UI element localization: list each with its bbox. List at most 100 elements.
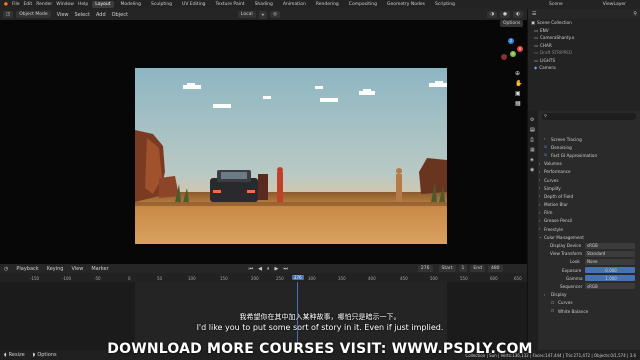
- shading-solid-icon[interactable]: ●: [500, 11, 511, 18]
- transform-orientation[interactable]: Local: [237, 11, 256, 18]
- outliner-item-env[interactable]: ▭ ENV: [528, 27, 640, 35]
- filter-icon[interactable]: ⚲: [633, 11, 637, 17]
- subsection-display[interactable]: › Display: [528, 291, 640, 299]
- menu-add[interactable]: Add: [96, 12, 106, 18]
- outliner-item-camerashardy[interactable]: ▭ CameraShardy.o: [528, 34, 640, 42]
- shading-rendered-icon[interactable]: ◐: [513, 11, 523, 18]
- view-transform-row: View Transform Standard: [528, 250, 640, 258]
- outliner-item-camera[interactable]: ◆ Camera: [528, 64, 640, 72]
- view-transform-select[interactable]: Standard: [585, 250, 635, 257]
- menu-help[interactable]: Help: [78, 2, 88, 7]
- axis-z-icon[interactable]: Z: [508, 38, 514, 44]
- menu-view[interactable]: View: [57, 12, 69, 18]
- menu-playback[interactable]: Playback: [16, 266, 38, 272]
- section-motion-blur[interactable]: › Motion Blur: [528, 201, 640, 209]
- outliner-item-draft-stripped[interactable]: ▭ Draft STRIPPED: [528, 49, 640, 57]
- section-color-management[interactable]: ⌄ Color Management: [528, 233, 640, 241]
- 3d-viewport[interactable]: Options Z X Y ⊕ ✋ ▣ ▦: [0, 20, 527, 264]
- tab-geometry-nodes[interactable]: Geometry Nodes: [384, 1, 428, 8]
- view-layer-selector[interactable]: ViewLayer: [603, 2, 626, 7]
- section-film[interactable]: › Film: [528, 209, 640, 217]
- look-select[interactable]: None: [585, 258, 635, 265]
- tab-rendering[interactable]: Rendering: [313, 1, 342, 8]
- mode-selector[interactable]: Object Mode: [16, 11, 51, 18]
- frame-ruler[interactable]: -150 -100 -50 0 50 100 150 200 250 276 3…: [0, 273, 527, 282]
- menu-file[interactable]: File: [12, 2, 20, 7]
- exposure-field[interactable]: 0.000: [585, 267, 635, 274]
- checkbox-icon[interactable]: ☐: [551, 301, 554, 305]
- section-screen-tracing[interactable]: › Screen Tracing: [528, 135, 640, 143]
- menu-marker[interactable]: Marker: [91, 266, 108, 272]
- menu-window[interactable]: Window: [56, 2, 74, 7]
- tab-animation[interactable]: Animation: [280, 1, 309, 8]
- proportional-edit-icon[interactable]: ◎: [270, 11, 281, 18]
- checkbox-checked-icon[interactable]: ☑: [544, 145, 547, 149]
- tab-layout[interactable]: Layout: [92, 1, 114, 8]
- camera-view-icon[interactable]: ▣: [515, 90, 521, 97]
- current-frame-field[interactable]: 276: [417, 265, 433, 272]
- scene-selector[interactable]: Scene: [549, 2, 563, 7]
- display-device-select[interactable]: sRGB: [585, 242, 635, 249]
- play-reverse-icon[interactable]: ◀: [258, 266, 262, 272]
- tab-shading[interactable]: Shading: [252, 1, 276, 8]
- section-grease-pencil[interactable]: › Grease Pencil: [528, 217, 640, 225]
- axis-y-icon[interactable]: Y: [510, 51, 516, 57]
- tool-tab-icon[interactable]: ⚙: [530, 115, 536, 125]
- clock-icon[interactable]: ◷: [4, 266, 8, 272]
- blender-logo-icon[interactable]: ●: [4, 2, 8, 7]
- menu-render[interactable]: Render: [36, 2, 52, 7]
- start-frame-field[interactable]: 1: [458, 265, 468, 272]
- tick-label: 150: [220, 276, 228, 281]
- section-performance[interactable]: › Performance: [528, 168, 640, 176]
- tab-sculpting[interactable]: Sculpting: [148, 1, 175, 8]
- editor-type-icon[interactable]: ◫: [3, 11, 14, 18]
- section-volumes[interactable]: › Volumes: [528, 160, 640, 168]
- play-icon[interactable]: ▶: [275, 266, 279, 272]
- overlay-icon[interactable]: ◑: [487, 11, 498, 18]
- pan-hand-icon[interactable]: ✋: [515, 80, 522, 87]
- playhead-frame-badge[interactable]: 276: [292, 275, 304, 280]
- sequencer-select[interactable]: sRGB: [585, 283, 635, 290]
- checkbox-checked-icon[interactable]: ☑: [544, 153, 547, 157]
- end-frame-field[interactable]: 480: [487, 265, 503, 272]
- tab-texture-paint[interactable]: Texture Paint: [213, 1, 248, 8]
- tab-modeling[interactable]: Modeling: [118, 1, 144, 8]
- tab-uv-editing[interactable]: UV Editing: [179, 1, 208, 8]
- menu-object[interactable]: Object: [112, 12, 128, 18]
- section-denoising[interactable]: ☑ Denoising: [528, 143, 640, 151]
- chevron-down-icon: ⌄: [539, 235, 542, 240]
- jump-start-icon[interactable]: ⏮: [249, 266, 254, 272]
- zoom-icon[interactable]: ⊕: [515, 70, 520, 77]
- tab-compositing[interactable]: Compositing: [346, 1, 380, 8]
- jump-end-icon[interactable]: ⏭: [283, 266, 288, 272]
- section-freestyle[interactable]: › Freestyle: [528, 225, 640, 233]
- menu-timeline-view[interactable]: View: [71, 266, 83, 272]
- tick-label: 300: [308, 276, 316, 281]
- gamma-field[interactable]: 1.000: [585, 275, 635, 282]
- outliner-editor-icon[interactable]: ☰: [532, 11, 536, 17]
- outliner-item-lights[interactable]: ▭ LIGHTS: [528, 57, 640, 65]
- axis-x-icon[interactable]: X: [517, 46, 523, 52]
- scene-collection-label[interactable]: ▣ Scene Collection: [528, 19, 640, 27]
- outliner-item-char[interactable]: ▭ CHAR: [528, 42, 640, 50]
- navigation-gizmo[interactable]: Z X Y: [497, 38, 525, 66]
- menu-edit[interactable]: Edit: [23, 2, 32, 7]
- section-fast-gi[interactable]: ☑ Fast GI Approximation: [528, 151, 640, 159]
- render-tab-icon[interactable]: ▤: [530, 125, 536, 135]
- subtitle-overlay: 我希望你在其中加入某种故事，哪怕只是暗示一下。 I'd like you to …: [0, 312, 640, 332]
- subsection-curves[interactable]: ☐ Curves: [528, 299, 640, 307]
- watermark-text: DOWNLOAD MORE COURSES VISIT: WWW.PSDLY.C…: [107, 341, 533, 357]
- tab-scripting[interactable]: Scripting: [432, 1, 458, 8]
- menu-select[interactable]: Select: [75, 12, 90, 18]
- display-device-row: Display Device sRGB: [528, 241, 640, 249]
- pause-icon[interactable]: ⏸: [267, 266, 270, 272]
- snap-icon[interactable]: ⌖: [258, 10, 268, 19]
- menu-keying[interactable]: Keying: [47, 266, 64, 272]
- options-button[interactable]: Options: [500, 20, 524, 27]
- section-depth-of-field[interactable]: › Depth of Field: [528, 192, 640, 200]
- section-curves[interactable]: › Curves: [528, 176, 640, 184]
- properties-search[interactable]: ⚲: [542, 113, 636, 120]
- ortho-grid-icon[interactable]: ▦: [515, 100, 521, 107]
- section-simplify[interactable]: › Simplify: [528, 184, 640, 192]
- tick-label: -100: [62, 276, 72, 281]
